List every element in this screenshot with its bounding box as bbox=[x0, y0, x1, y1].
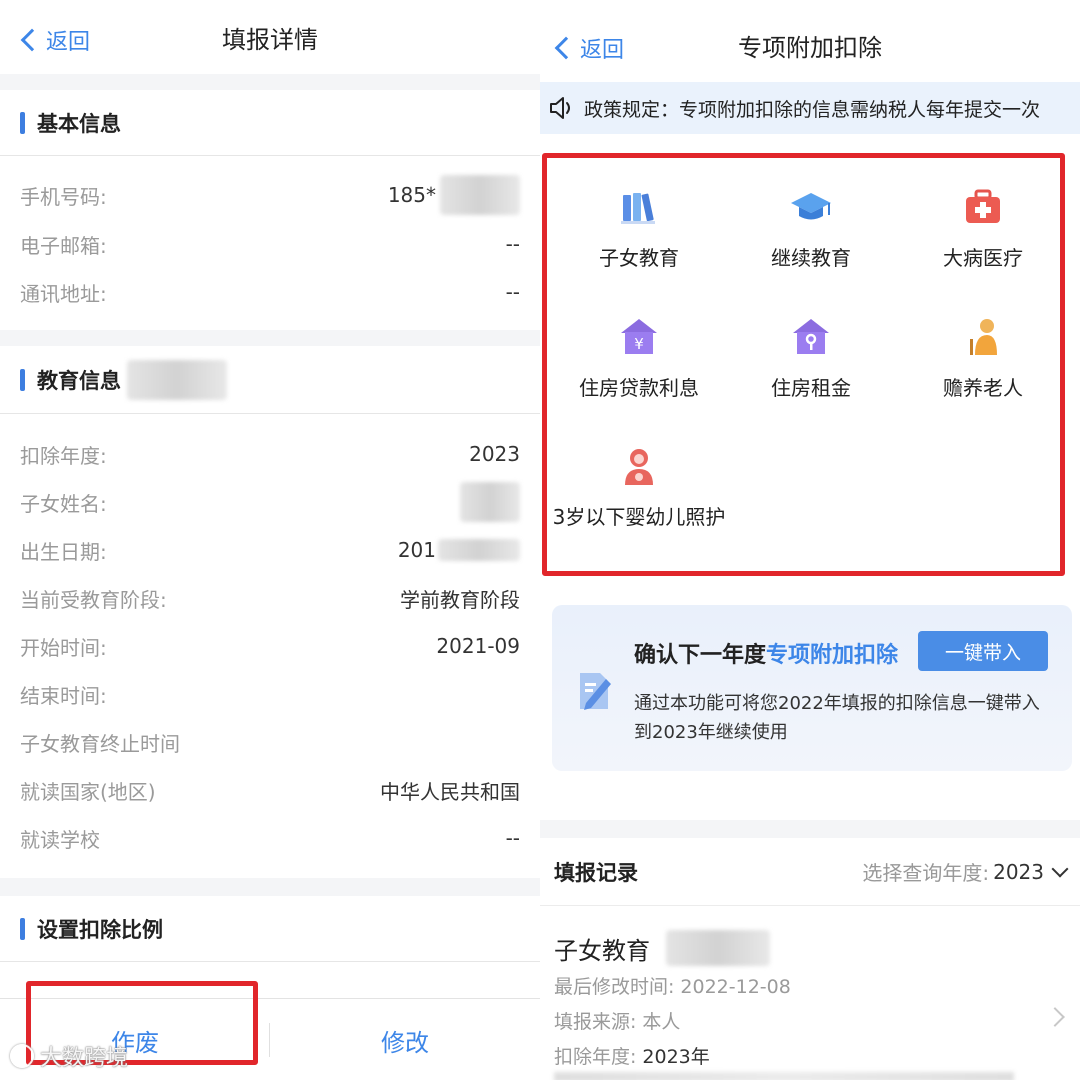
section-deduction-ratio[interactable]: 设置扣除比例 bbox=[0, 896, 540, 962]
section-gap bbox=[0, 878, 540, 896]
record-source: 填报来源: 本人 bbox=[554, 1007, 680, 1034]
carry-forward-card: 确认下一年度专项附加扣除 一键带入 通过本功能可将您2022年填报的扣除信息一键… bbox=[552, 605, 1072, 771]
record-name: 子女教育 bbox=[554, 936, 650, 965]
phone-value: 185* bbox=[387, 183, 436, 207]
field-label: 通讯地址: bbox=[20, 281, 107, 306]
field-value: 中华人民共和国 bbox=[380, 779, 520, 804]
row-school: 就读学校 -- bbox=[0, 814, 540, 862]
record-field-label: 扣除年度: bbox=[554, 1046, 637, 1068]
highlight-box-categories bbox=[542, 153, 1065, 576]
section-title: 教育信息 bbox=[37, 368, 121, 393]
records-title: 填报记录 bbox=[554, 860, 638, 885]
right-nav-bar: 返回 专项附加扣除 bbox=[540, 0, 1080, 82]
record-field-value: 2022-12-08 bbox=[680, 976, 791, 998]
redacted-block bbox=[438, 539, 520, 561]
section-marker bbox=[20, 111, 25, 134]
left-nav-bar: 返回 填报详情 bbox=[0, 0, 540, 76]
field-value: -- bbox=[505, 232, 520, 256]
section-marker bbox=[20, 917, 25, 940]
speaker-icon bbox=[550, 97, 570, 119]
row-child-name: 子女姓名: bbox=[0, 478, 540, 526]
edit-document-icon bbox=[580, 673, 611, 710]
year-selector-label: 选择查询年度: bbox=[862, 861, 990, 885]
watermark-logo-icon bbox=[10, 1044, 34, 1068]
field-value: -- bbox=[505, 826, 520, 850]
cropped-text-line bbox=[554, 1072, 1014, 1080]
field-value: 185* bbox=[388, 175, 520, 215]
record-field-label: 填报来源: bbox=[554, 1011, 637, 1033]
chevron-right-icon[interactable] bbox=[1045, 1007, 1065, 1027]
row-phone: 手机号码: 185* bbox=[0, 171, 540, 219]
records-header: 填报记录 选择查询年度: 2023 bbox=[540, 838, 1080, 906]
field-label: 当前受教育阶段: bbox=[20, 587, 167, 612]
field-label: 开始时间: bbox=[20, 635, 107, 660]
section-education-info: 教育信息 bbox=[0, 346, 540, 414]
notice-text: 政策规定：专项附加扣除的信息需纳税人每年提交一次 bbox=[584, 98, 1041, 121]
section-marker bbox=[20, 368, 25, 391]
right-screen: 返回 专项附加扣除 政策规定：专项附加扣除的信息需纳税人每年提交一次 子女教育 bbox=[540, 0, 1080, 1080]
page-title: 填报详情 bbox=[222, 26, 318, 54]
field-value: 学前教育阶段 bbox=[400, 587, 520, 612]
section-gap bbox=[540, 820, 1080, 838]
field-label: 就读学校 bbox=[20, 827, 100, 852]
redacted-block bbox=[127, 359, 227, 400]
field-value: 2023 bbox=[469, 442, 520, 466]
card-description: 通过本功能可将您2022年填报的扣除信息一键带入到2023年继续使用 bbox=[634, 693, 1040, 743]
row-start-time: 开始时间: 2021-09 bbox=[0, 622, 540, 670]
row-birth-date: 出生日期: 201 bbox=[0, 526, 540, 574]
redacted-block bbox=[666, 930, 770, 966]
field-label: 结束时间: bbox=[20, 683, 107, 708]
row-end-time: 结束时间: bbox=[0, 670, 540, 718]
policy-notice: 政策规定：专项附加扣除的信息需纳税人每年提交一次 bbox=[540, 82, 1080, 134]
row-country: 就读国家(地区) 中华人民共和国 bbox=[0, 766, 540, 814]
page-title: 专项附加扣除 bbox=[738, 34, 882, 62]
card-title-highlight: 专项附加扣除 bbox=[766, 643, 899, 668]
field-value: 201 bbox=[398, 538, 520, 562]
field-value: -- bbox=[505, 280, 520, 304]
redacted-block bbox=[440, 175, 520, 215]
field-value: 2021-09 bbox=[436, 634, 520, 658]
record-item-title[interactable]: 子女教育 bbox=[554, 930, 770, 966]
one-click-import-button[interactable]: 一键带入 bbox=[918, 631, 1048, 671]
card-title-prefix: 确认下一年度 bbox=[634, 643, 767, 668]
field-label: 子女姓名: bbox=[20, 491, 107, 516]
section-basic-info: 基本信息 bbox=[0, 90, 540, 156]
left-screen: 返回 填报详情 基本信息 手机号码: 185* 电子邮箱: -- 通讯地址: -… bbox=[0, 0, 540, 1080]
chevron-down-icon bbox=[1051, 860, 1069, 877]
section-title: 基本信息 bbox=[37, 111, 121, 136]
field-label: 电子邮箱: bbox=[20, 233, 107, 258]
section-title: 设置扣除比例 bbox=[37, 917, 163, 942]
row-address: 通讯地址: -- bbox=[0, 268, 540, 316]
field-label: 就读国家(地区) bbox=[20, 779, 156, 804]
field-label: 手机号码: bbox=[20, 184, 107, 209]
record-modified-time: 最后修改时间: 2022-12-08 bbox=[554, 972, 791, 999]
watermark-text: 大数跨境 bbox=[40, 1046, 129, 1071]
field-label: 出生日期: bbox=[20, 539, 107, 564]
field-value bbox=[460, 482, 520, 522]
record-deduction-year: 扣除年度: 2023年 bbox=[554, 1042, 710, 1069]
year-selector[interactable]: 选择查询年度: 2023 bbox=[862, 857, 1069, 886]
field-label: 扣除年度: bbox=[20, 443, 107, 468]
card-title: 确认下一年度专项附加扣除 bbox=[634, 637, 898, 669]
row-deduction-year: 扣除年度: 2023 bbox=[0, 430, 540, 478]
record-field-label: 最后修改时间: bbox=[554, 976, 675, 998]
redacted-block bbox=[460, 482, 520, 522]
watermark: 大数跨境 bbox=[10, 1040, 128, 1072]
section-gap bbox=[0, 330, 540, 346]
row-termination-time: 子女教育终止时间 bbox=[0, 718, 540, 766]
row-education-stage: 当前受教育阶段: 学前教育阶段 bbox=[0, 574, 540, 622]
record-field-value: 本人 bbox=[642, 1011, 681, 1033]
section-gap bbox=[0, 74, 540, 90]
year-selector-value: 2023 bbox=[993, 859, 1044, 884]
birth-value: 201 bbox=[397, 538, 436, 562]
modify-button[interactable]: 修改 bbox=[270, 999, 540, 1080]
row-email: 电子邮箱: -- bbox=[0, 220, 540, 268]
field-label: 子女教育终止时间 bbox=[20, 731, 180, 756]
record-field-value: 2023年 bbox=[642, 1046, 710, 1068]
